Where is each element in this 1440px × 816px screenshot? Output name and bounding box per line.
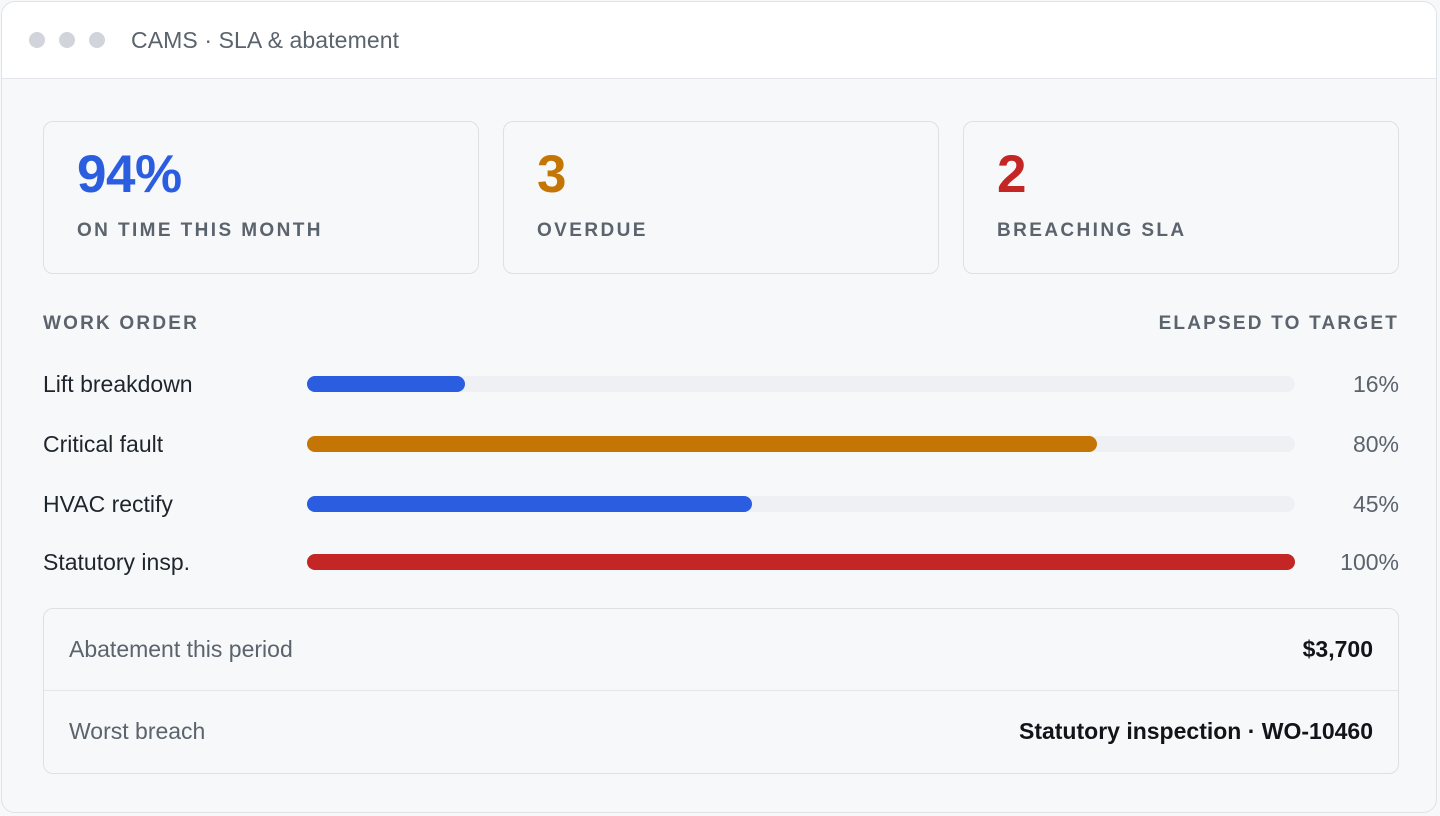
progress-fill	[307, 376, 466, 392]
progress-fill	[307, 554, 1295, 570]
stat-label: ON TIME THIS MONTH	[77, 220, 323, 241]
work-order-list: Lift breakdown 16% Critical fault 80% HV…	[43, 354, 1399, 590]
work-order-row[interactable]: Lift breakdown 16%	[43, 354, 1399, 414]
progress-track	[307, 436, 1295, 452]
abatement-summary: Abatement this period $3,700 Worst breac…	[43, 608, 1399, 774]
progress-fill	[307, 496, 752, 512]
progress-fill	[307, 436, 1098, 452]
stat-value: 3	[537, 145, 566, 204]
worst-breach-value[interactable]: Statutory inspection · WO-10460	[1019, 718, 1373, 745]
work-order-row[interactable]: HVAC rectify 45%	[43, 474, 1399, 534]
abatement-label: Abatement this period	[69, 636, 293, 662]
work-order-label: HVAC rectify	[43, 490, 173, 517]
stat-card-overdue: 3 OVERDUE	[503, 121, 939, 274]
summary-row-abatement: Abatement this period $3,700	[44, 609, 1398, 690]
summary-row-worst-breach: Worst breach Statutory inspection · WO-1…	[44, 690, 1398, 772]
stat-label: OVERDUE	[537, 220, 648, 241]
work-order-label: Lift breakdown	[43, 370, 193, 397]
minimize-dot-icon[interactable]	[59, 32, 75, 48]
column-header-elapsed: ELAPSED TO TARGET	[1158, 313, 1399, 334]
work-order-label: Statutory insp.	[43, 548, 191, 575]
stat-card-breaching: 2 BREACHING SLA	[963, 121, 1399, 274]
abatement-value: $3,700	[1302, 636, 1373, 662]
work-order-list-header: WORK ORDER ELAPSED TO TARGET	[43, 312, 1399, 336]
stat-value: 2	[997, 145, 1026, 204]
elapsed-percent: 80%	[1352, 430, 1399, 457]
work-order-label: Critical fault	[43, 430, 164, 457]
stat-label: BREACHING SLA	[997, 220, 1187, 241]
stat-card-on-time: 94% ON TIME THIS MONTH	[43, 121, 479, 274]
elapsed-percent: 45%	[1352, 490, 1399, 517]
maximize-dot-icon[interactable]	[89, 32, 105, 48]
progress-track	[307, 376, 1295, 392]
work-order-row[interactable]: Statutory insp. 100%	[43, 534, 1399, 590]
progress-track	[307, 554, 1295, 570]
elapsed-percent: 100%	[1340, 548, 1399, 575]
close-dot-icon[interactable]	[29, 32, 45, 48]
progress-track	[307, 496, 1295, 512]
app-window: CAMS · SLA & abatement 94% ON TIME THIS …	[1, 1, 1437, 813]
stat-value: 94%	[77, 145, 182, 204]
main-content: 94% ON TIME THIS MONTH 3 OVERDUE 2 BREAC…	[43, 121, 1399, 774]
title-bar: CAMS · SLA & abatement	[2, 2, 1436, 79]
work-order-row[interactable]: Critical fault 80%	[43, 414, 1399, 474]
elapsed-percent: 16%	[1352, 370, 1399, 397]
window-controls	[29, 32, 105, 48]
window-title: CAMS · SLA & abatement	[131, 26, 400, 53]
worst-breach-label: Worst breach	[69, 718, 206, 744]
column-header-work-order: WORK ORDER	[43, 313, 200, 334]
stat-cards: 94% ON TIME THIS MONTH 3 OVERDUE 2 BREAC…	[43, 121, 1399, 274]
